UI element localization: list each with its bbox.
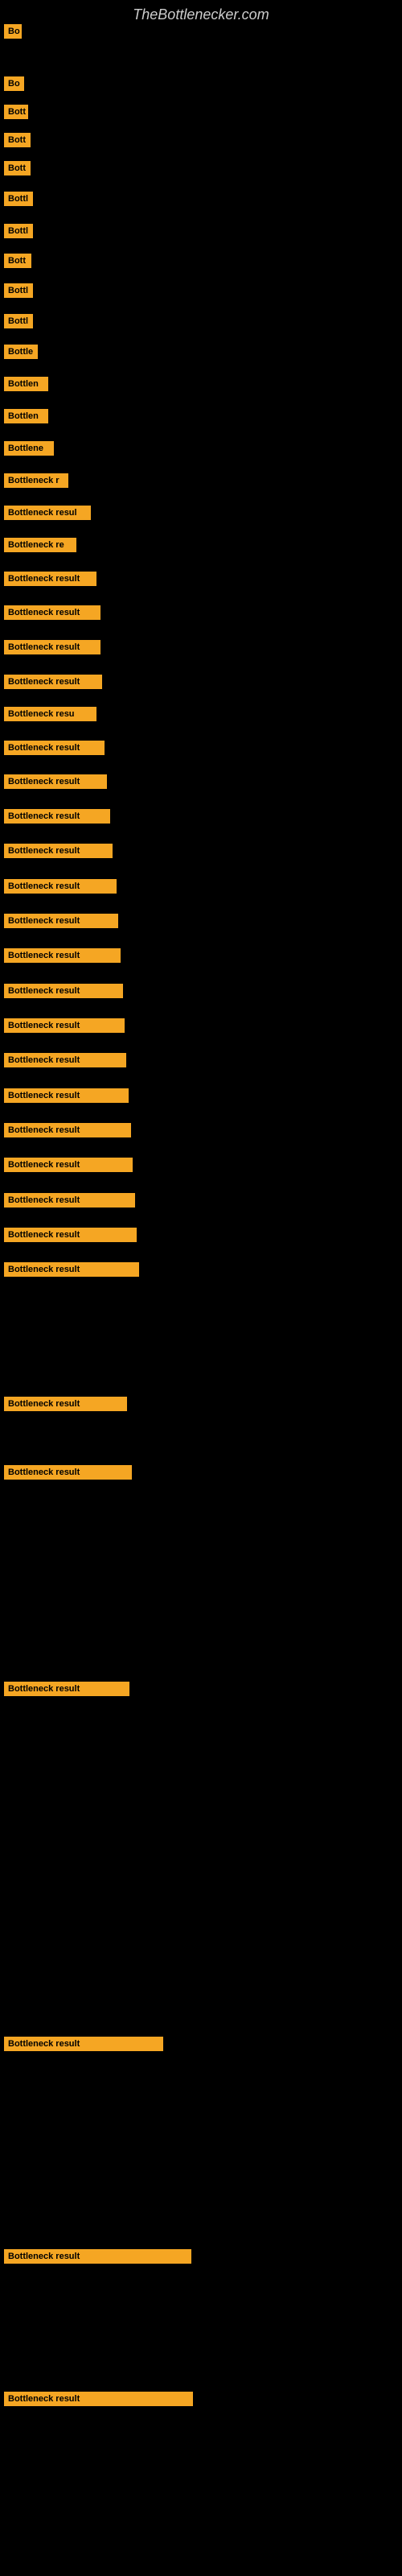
result-badge: Bottleneck result [4, 1088, 129, 1103]
result-item: Bottleneck result [4, 809, 110, 824]
result-badge: Bottlen [4, 377, 48, 391]
result-item: Bottleneck result [4, 1682, 129, 1696]
result-item: Bottleneck result [4, 844, 113, 858]
result-item: Bottleneck result [4, 1465, 132, 1480]
result-item: Bottl [4, 224, 33, 238]
result-badge: Bottleneck result [4, 984, 123, 998]
result-item: Bott [4, 105, 28, 119]
result-item: Bottl [4, 314, 33, 328]
result-badge: Bottleneck result [4, 844, 113, 858]
result-item: Bottleneck result [4, 914, 118, 928]
result-badge: Bottleneck result [4, 1193, 135, 1208]
result-item: Bottleneck result [4, 1262, 139, 1277]
result-item: Bo [4, 76, 24, 91]
result-item: Bottleneck result [4, 741, 105, 755]
result-item: Bottleneck result [4, 1123, 131, 1137]
result-badge: Bott [4, 161, 31, 175]
result-badge: Bottleneck resul [4, 506, 91, 520]
result-badge: Bottleneck result [4, 741, 105, 755]
result-item: Bottleneck result [4, 2037, 163, 2051]
result-item: Bottleneck resu [4, 707, 96, 721]
result-badge: Bottleneck result [4, 605, 100, 620]
result-badge: Bottleneck result [4, 1465, 132, 1480]
result-badge: Bottl [4, 314, 33, 328]
result-badge: Bottl [4, 192, 33, 206]
result-item: Bott [4, 133, 31, 147]
result-badge: Bo [4, 24, 22, 39]
result-item: Bo [4, 24, 22, 39]
result-badge: Bottleneck result [4, 809, 110, 824]
result-item: Bottleneck r [4, 473, 68, 488]
result-item: Bottleneck result [4, 1053, 126, 1067]
result-badge: Bottleneck result [4, 572, 96, 586]
result-item: Bottleneck result [4, 605, 100, 620]
result-item: Bottleneck result [4, 1018, 125, 1033]
result-badge: Bottlen [4, 409, 48, 423]
result-badge: Bottleneck result [4, 774, 107, 789]
result-badge: Bottleneck result [4, 1262, 139, 1277]
result-item: Bottl [4, 283, 33, 298]
result-item: Bottl [4, 192, 33, 206]
result-item: Bottleneck result [4, 948, 121, 963]
result-badge: Bottleneck re [4, 538, 76, 552]
result-badge: Bottleneck result [4, 1123, 131, 1137]
result-badge: Bottleneck result [4, 2249, 191, 2264]
result-badge: Bottleneck result [4, 640, 100, 654]
page-container: TheBottlenecker.com Bo Bo Bott Bott Bott Bott… [0, 0, 402, 2576]
result-badge: Bottleneck result [4, 914, 118, 928]
result-badge: Bottleneck result [4, 1158, 133, 1172]
result-item: Bottleneck result [4, 1228, 137, 1242]
result-badge: Bott [4, 254, 31, 268]
result-item: Bottleneck result [4, 1397, 127, 1411]
result-item: Bott [4, 254, 31, 268]
result-badge: Bottle [4, 345, 38, 359]
result-badge: Bottleneck result [4, 1018, 125, 1033]
result-item: Bottleneck result [4, 984, 123, 998]
result-item: Bottleneck resul [4, 506, 91, 520]
result-item: Bottleneck result [4, 774, 107, 789]
result-badge: Bottleneck result [4, 1053, 126, 1067]
result-badge: Bottleneck resu [4, 707, 96, 721]
result-item: Bottleneck result [4, 2249, 191, 2264]
result-item: Bottlene [4, 441, 54, 456]
site-title: TheBottlenecker.com [0, 0, 402, 30]
result-item: Bottlen [4, 409, 48, 423]
result-item: Bottleneck result [4, 675, 102, 689]
result-badge: Bottleneck result [4, 879, 117, 894]
result-badge: Bottleneck result [4, 948, 121, 963]
result-badge: Bott [4, 105, 28, 119]
result-item: Bottleneck result [4, 1193, 135, 1208]
result-item: Bottleneck result [4, 2392, 193, 2406]
result-badge: Bottleneck result [4, 2037, 163, 2051]
result-badge: Bott [4, 133, 31, 147]
result-badge: Bottleneck r [4, 473, 68, 488]
result-item: Bottleneck result [4, 1088, 129, 1103]
result-badge: Bottleneck result [4, 1397, 127, 1411]
result-item: Bottleneck re [4, 538, 76, 552]
result-item: Bottleneck result [4, 572, 96, 586]
result-badge: Bottleneck result [4, 675, 102, 689]
result-item: Bottlen [4, 377, 48, 391]
result-item: Bottleneck result [4, 1158, 133, 1172]
result-badge: Bottl [4, 283, 33, 298]
result-item: Bott [4, 161, 31, 175]
result-item: Bottleneck result [4, 879, 117, 894]
result-badge: Bo [4, 76, 24, 91]
result-badge: Bottleneck result [4, 1682, 129, 1696]
result-item: Bottleneck result [4, 640, 100, 654]
result-badge: Bottl [4, 224, 33, 238]
result-badge: Bottleneck result [4, 2392, 193, 2406]
result-badge: Bottlene [4, 441, 54, 456]
result-badge: Bottleneck result [4, 1228, 137, 1242]
result-item: Bottle [4, 345, 38, 359]
